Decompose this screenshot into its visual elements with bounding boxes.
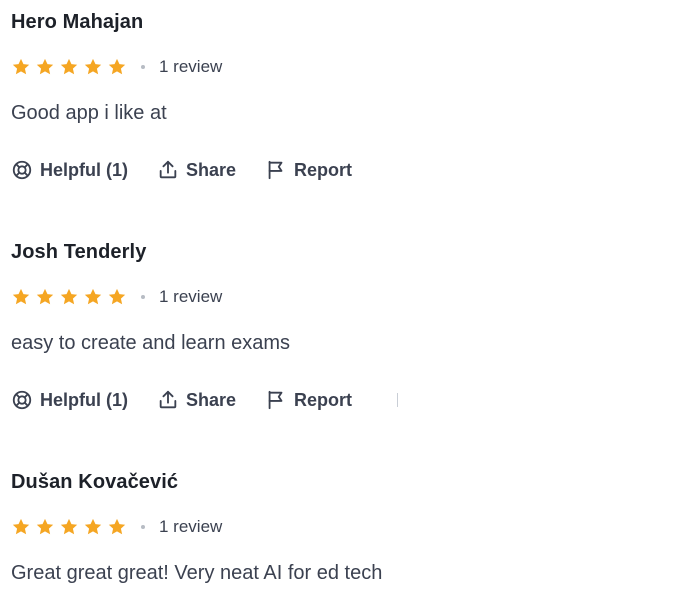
reviewer-name: Josh Tenderly <box>11 241 147 263</box>
helpful-button[interactable]: Helpful (1) <box>11 159 128 181</box>
star-icon <box>12 288 30 305</box>
review-actions: Helpful (1) Share Report <box>11 387 671 413</box>
share-button[interactable]: Share <box>157 159 236 181</box>
star-icon <box>108 518 126 535</box>
divider-mark <box>397 393 398 407</box>
review-card: Hero Mahajan 1 review Good app i like at <box>11 9 671 183</box>
lifebuoy-icon <box>12 160 32 180</box>
helpful-label: Helpful (1) <box>40 159 128 180</box>
star-icon <box>36 58 54 75</box>
flag-icon <box>268 160 283 180</box>
review-count: 1 review <box>159 517 223 536</box>
star-icon <box>108 288 126 305</box>
reviewer-name: Dušan Kovačević <box>11 471 179 493</box>
star-icon <box>12 518 30 535</box>
share-upload-icon <box>159 390 177 409</box>
star-rating <box>11 517 127 537</box>
star-icon <box>108 58 126 75</box>
separator-dot <box>141 295 145 299</box>
report-button[interactable]: Report <box>265 389 352 411</box>
report-label: Report <box>294 389 353 410</box>
share-label: Share <box>186 159 237 180</box>
star-icon <box>84 288 102 305</box>
helpful-label: Helpful (1) <box>40 389 128 410</box>
star-rating <box>11 287 127 307</box>
rating-row: 1 review <box>11 55 671 79</box>
share-label: Share <box>186 389 237 410</box>
review-text: easy to create and learn exams <box>11 332 291 354</box>
report-label: Report <box>294 159 353 180</box>
star-icon <box>60 518 78 535</box>
star-icon <box>84 58 102 75</box>
reviewer-name: Hero Mahajan <box>11 11 144 33</box>
rating-row: 1 review <box>11 285 671 309</box>
review-count: 1 review <box>159 287 223 306</box>
review-card: Josh Tenderly 1 review easy to create an… <box>11 239 671 413</box>
star-icon <box>36 518 54 535</box>
star-icon <box>60 58 78 75</box>
share-button[interactable]: Share <box>157 389 236 411</box>
star-icon <box>84 518 102 535</box>
rating-row: 1 review <box>11 515 671 539</box>
review-text: Great great great! Very neat AI for ed t… <box>11 562 383 584</box>
star-rating <box>11 57 127 77</box>
report-button[interactable]: Report <box>265 159 352 181</box>
reviews-list: Hero Mahajan 1 review Good app i like at <box>0 0 700 606</box>
separator-dot <box>141 525 145 529</box>
review-actions: Helpful (1) Share Report <box>11 157 671 183</box>
separator-dot <box>141 65 145 69</box>
lifebuoy-icon <box>12 390 32 410</box>
share-upload-icon <box>159 160 177 179</box>
review-count: 1 review <box>159 57 223 76</box>
star-icon <box>60 288 78 305</box>
review-text: Good app i like at <box>11 102 167 124</box>
helpful-button[interactable]: Helpful (1) <box>11 389 128 411</box>
review-card: Dušan Kovačević 1 review Great great gre… <box>11 469 671 586</box>
star-icon <box>36 288 54 305</box>
star-icon <box>12 58 30 75</box>
flag-icon <box>268 390 283 410</box>
